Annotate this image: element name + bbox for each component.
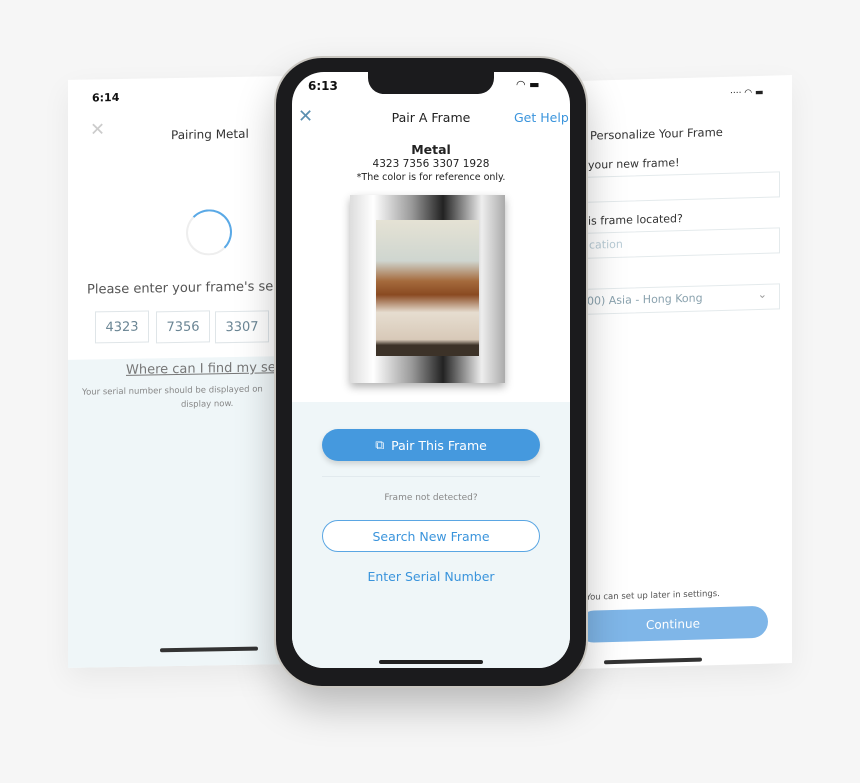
status-icons: ···· ◠ ▬ xyxy=(730,87,764,99)
name-label: your new frame! xyxy=(588,156,680,172)
help-section: Where can I find my seri Your serial num… xyxy=(68,356,285,668)
where-serial-link[interactable]: Where can I find my seri xyxy=(126,360,285,378)
chevron-down-icon: ⌄ xyxy=(757,287,767,301)
dog-photo xyxy=(376,220,479,356)
loading-spinner xyxy=(186,209,232,256)
pair-frame-screen: 6:13 ◠ ▬ ✕ Pair A Frame Get Help Metal 4… xyxy=(292,72,570,668)
status-icons: ◠ ▬ xyxy=(516,78,540,91)
enter-serial-link[interactable]: Enter Serial Number xyxy=(292,569,570,584)
home-indicator xyxy=(604,657,702,665)
timezone-select[interactable]: 00) Asia - Hong Kong ⌄ xyxy=(578,283,780,315)
location-label: is frame located? xyxy=(588,212,683,228)
status-time: 6:13 xyxy=(308,79,338,93)
status-time: 6:14 xyxy=(92,90,120,105)
page-title: Pair A Frame xyxy=(391,110,471,125)
pair-button-label: Pair This Frame xyxy=(391,437,487,453)
right-phone-screen: ···· ◠ ▬ Personalize Your Frame your new… xyxy=(578,75,792,669)
search-new-frame-button[interactable]: Search New Frame xyxy=(322,520,540,552)
metal-frame-image xyxy=(350,195,505,383)
color-note: *The color is for reference only. xyxy=(356,172,506,183)
center-phone: 6:13 ◠ ▬ ✕ Pair A Frame Get Help Metal 4… xyxy=(276,58,586,686)
name-input[interactable] xyxy=(578,171,780,203)
serial-prompt: Please enter your frame's serial xyxy=(87,278,285,298)
frame-serial: 4323 7356 3307 1928 xyxy=(372,158,490,170)
serial-input-1[interactable]: 4323 xyxy=(95,310,149,344)
home-indicator xyxy=(379,660,483,664)
pair-this-frame-button[interactable]: ⧉ Pair This Frame xyxy=(322,429,540,461)
close-icon[interactable]: ✕ xyxy=(90,119,105,140)
frame-edit-icon: ⧉ xyxy=(375,437,385,452)
actions-section: ⧉ Pair This Frame Frame not detected? Sea… xyxy=(292,402,570,668)
get-help-link[interactable]: Get Help xyxy=(514,110,569,125)
serial-input-3[interactable]: 3307 xyxy=(215,310,269,344)
not-detected-text: Frame not detected? xyxy=(384,493,478,503)
timezone-value: 00) Asia - Hong Kong xyxy=(587,291,703,308)
location-input[interactable]: cation xyxy=(578,227,780,259)
page-title: Pairing Metal xyxy=(171,126,249,143)
later-note: You can set up later in settings. xyxy=(586,589,720,603)
frame-name: Metal xyxy=(411,142,451,157)
help-text-2: display now. xyxy=(181,399,234,410)
close-icon[interactable]: ✕ xyxy=(298,106,313,127)
help-text: Your serial number should be displayed o… xyxy=(82,384,263,398)
home-indicator xyxy=(160,646,258,653)
left-phone-screen: 6:14 ✕ Pairing Metal Please enter your f… xyxy=(68,76,285,668)
divider xyxy=(322,476,540,477)
notch xyxy=(368,72,494,94)
page-title: Personalize Your Frame xyxy=(590,124,723,143)
serial-input-2[interactable]: 7356 xyxy=(156,310,210,344)
continue-button[interactable]: Continue xyxy=(578,605,768,643)
